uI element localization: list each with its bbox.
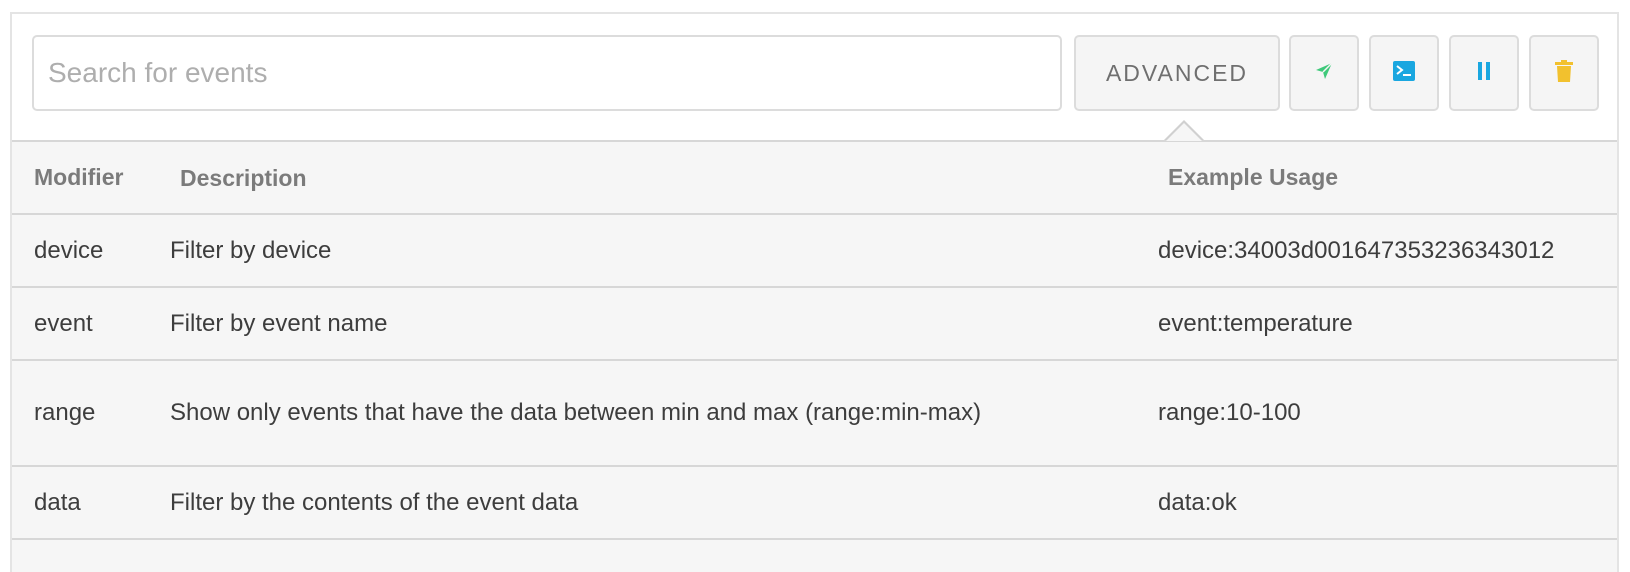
events-panel: ADVANCED xyxy=(10,12,1619,572)
send-event-button[interactable] xyxy=(1289,35,1359,111)
table-row: device Filter by device device:34003d001… xyxy=(12,215,1617,288)
trash-icon xyxy=(1555,59,1573,87)
header-example: Example Usage xyxy=(1168,164,1339,190)
pause-icon xyxy=(1476,61,1492,86)
row-description: Show only events that have the data betw… xyxy=(170,399,982,426)
row-example: device:34003d001647353236343012 xyxy=(1158,236,1555,264)
table-row: event Filter by event name event:tempera… xyxy=(12,288,1617,361)
row-description: Filter by device xyxy=(170,236,332,264)
row-modifier: range xyxy=(34,399,96,426)
row-modifier: data xyxy=(34,488,81,516)
header-description: Description xyxy=(180,164,307,191)
advanced-button[interactable]: ADVANCED xyxy=(1074,35,1280,111)
advanced-help-table: Modifier Description Example Usage devic… xyxy=(12,120,1617,572)
row-description: Filter by the contents of the event data xyxy=(170,488,579,516)
row-description: Filter by event name xyxy=(170,309,388,337)
terminal-icon xyxy=(1393,60,1415,86)
toolbar: ADVANCED xyxy=(12,14,1617,140)
table-row: range Show only events that have the dat… xyxy=(12,361,1617,467)
row-example: event:temperature xyxy=(1158,309,1353,337)
terminal-button[interactable] xyxy=(1369,35,1439,111)
table-header-row: Modifier Description Example Usage xyxy=(12,142,1617,215)
pause-button[interactable] xyxy=(1449,35,1519,111)
row-modifier: event xyxy=(34,309,93,337)
search-input[interactable] xyxy=(32,35,1062,111)
row-example: data:ok xyxy=(1158,488,1237,516)
header-modifier: Modifier xyxy=(34,164,124,190)
send-icon xyxy=(1314,61,1334,86)
row-modifier: device xyxy=(34,236,104,264)
row-example: range:10-100 xyxy=(1158,399,1301,426)
clear-button[interactable] xyxy=(1529,35,1599,111)
table-row: data Filter by the contents of the event… xyxy=(12,467,1617,540)
